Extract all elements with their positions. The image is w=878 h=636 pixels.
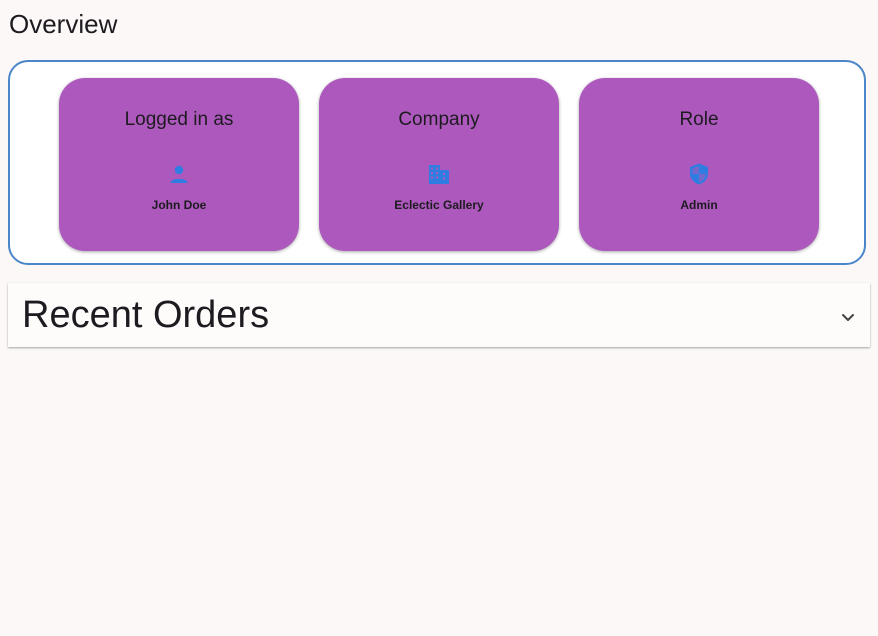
info-card-user: Logged in as John Doe	[59, 78, 299, 251]
info-card-company: Company Eclectic Gallery	[319, 78, 559, 251]
person-icon	[170, 165, 188, 183]
chevron-down-icon[interactable]	[836, 306, 860, 330]
page-title: Overview	[9, 9, 118, 39]
card-value: Admin	[680, 198, 718, 212]
building-icon	[429, 165, 449, 184]
card-label: Company	[398, 109, 480, 130]
overview-panel: Logged in as John Doe Company Eclectic G…	[8, 60, 866, 265]
shield-icon	[690, 163, 708, 185]
card-label: Logged in as	[124, 109, 234, 130]
info-card-role: Role Admin	[579, 78, 819, 251]
card-value: Eclectic Gallery	[394, 198, 484, 212]
card-value: John Doe	[151, 198, 207, 212]
card-label: Role	[679, 109, 719, 130]
recent-orders-title: Recent Orders	[22, 294, 270, 336]
recent-orders-panel[interactable]: Recent Orders	[8, 283, 870, 347]
